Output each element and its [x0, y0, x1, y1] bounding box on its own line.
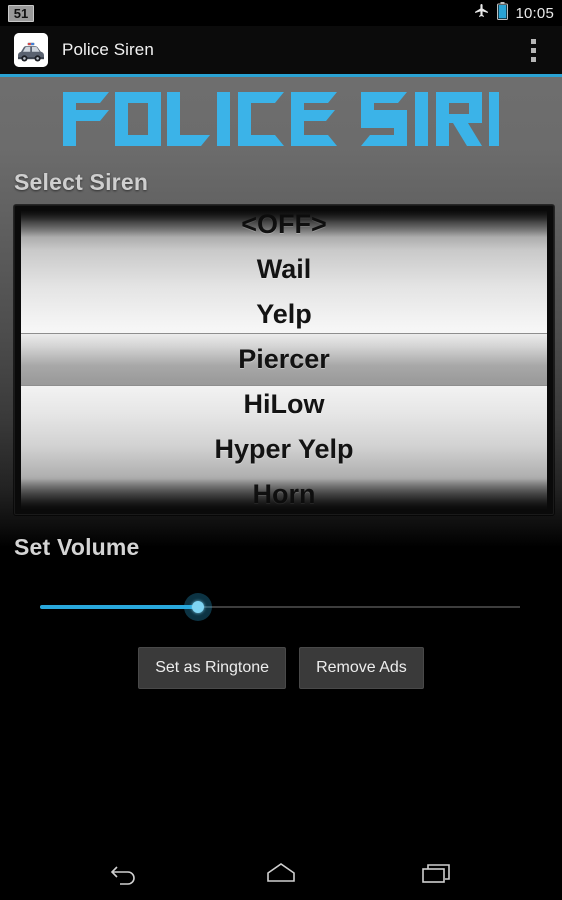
list-item[interactable]: Wail	[21, 247, 547, 292]
set-volume-label: Set Volume	[14, 534, 140, 560]
android-navigation-bar	[0, 845, 562, 900]
action-button-row: Set as Ringtone Remove Ads	[0, 647, 562, 689]
list-item[interactable]: Hyper Yelp	[21, 427, 547, 472]
select-siren-label: Select Siren	[14, 169, 149, 195]
siren-list-viewport[interactable]: <OFF> Wail Yelp Piercer HiLow Hyper Yelp…	[21, 211, 547, 509]
overflow-dot-2	[530, 47, 536, 53]
home-icon[interactable]	[253, 852, 309, 894]
notification-count-badge: 51	[8, 4, 34, 22]
overflow-dot-1	[530, 38, 536, 44]
main-content: Select Siren <OFF> Wail Yelp Piercer HiL…	[0, 77, 562, 900]
set-as-ringtone-button[interactable]: Set as Ringtone	[138, 647, 287, 689]
recents-icon[interactable]	[409, 852, 465, 894]
airplane-mode-icon	[473, 2, 490, 24]
overflow-dot-3	[530, 56, 536, 62]
app-title: Police Siren	[62, 40, 154, 59]
battery-icon	[497, 1, 509, 25]
list-item[interactable]: <OFF>	[21, 211, 547, 247]
status-bar: 51 10:05	[0, 0, 562, 26]
list-item-selected[interactable]: Piercer	[21, 337, 547, 382]
siren-list-rows: <OFF> Wail Yelp Piercer HiLow Hyper Yelp…	[21, 211, 547, 509]
status-bar-right-group: 10:05	[473, 1, 554, 25]
status-bar-clock: 10:05	[515, 4, 554, 22]
overflow-menu-icon[interactable]	[518, 30, 548, 70]
remove-ads-button[interactable]: Remove Ads	[299, 647, 424, 689]
volume-slider[interactable]	[40, 590, 520, 624]
police-siren-logo-graphic	[63, 92, 499, 146]
police-car-icon	[14, 33, 48, 67]
app-logo	[0, 85, 562, 151]
list-item[interactable]: Yelp	[21, 292, 547, 337]
action-bar: Police Siren	[0, 26, 562, 74]
list-item[interactable]: HiLow	[21, 382, 547, 427]
list-item[interactable]: Horn	[21, 472, 547, 509]
back-icon[interactable]	[97, 852, 153, 894]
siren-list[interactable]: <OFF> Wail Yelp Piercer HiLow Hyper Yelp…	[14, 205, 554, 515]
volume-slider-fill	[40, 605, 199, 609]
